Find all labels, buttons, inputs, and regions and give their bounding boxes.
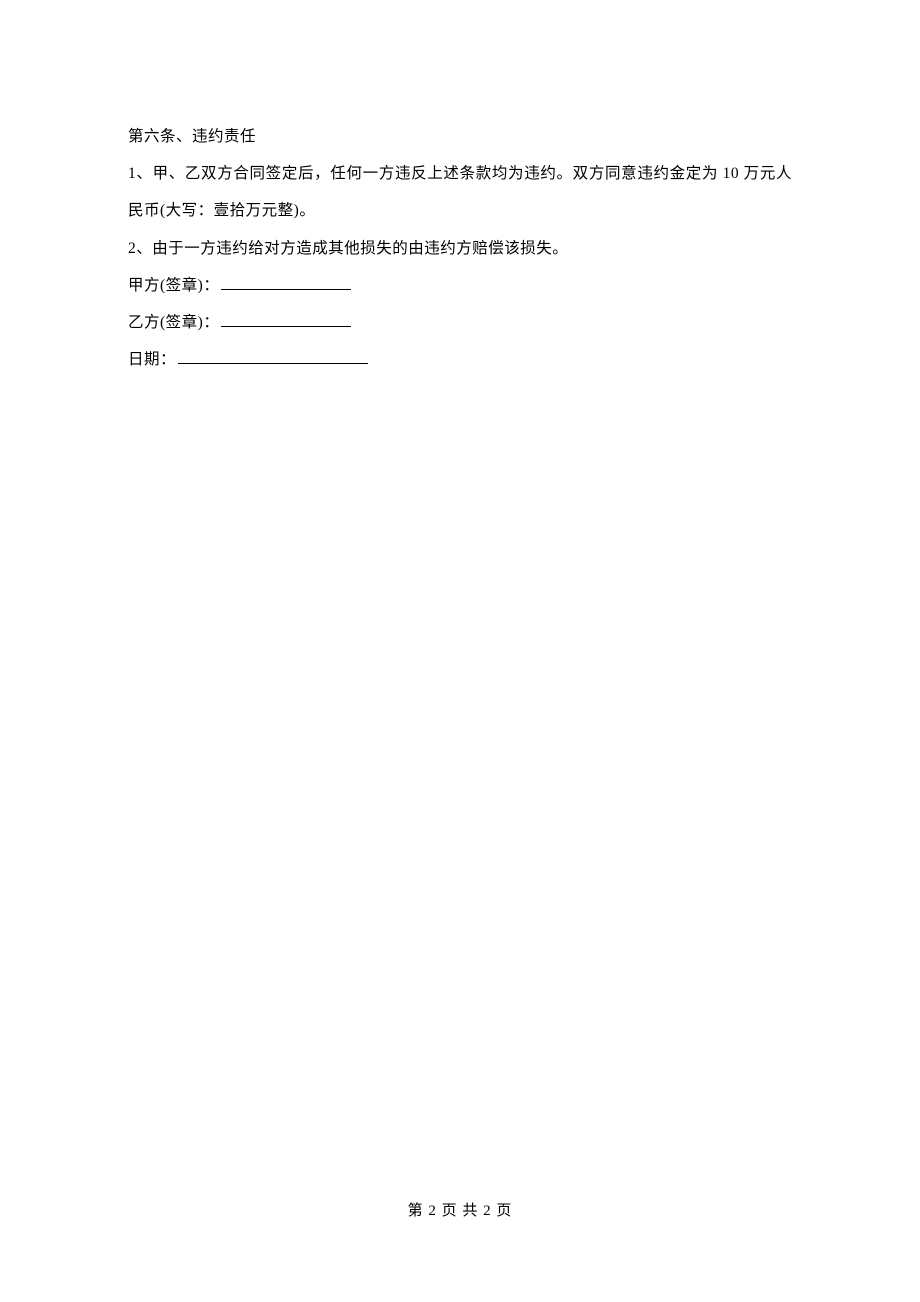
date-line: 日期： bbox=[128, 341, 792, 378]
article-6-clause-1: 1、甲、乙双方合同签定后，任何一方违反上述条款均为违约。双方同意违约金定为 10… bbox=[128, 155, 792, 229]
article-6-heading: 第六条、违约责任 bbox=[128, 118, 792, 155]
party-b-label: 乙方(签章)： bbox=[128, 314, 219, 331]
date-blank bbox=[178, 349, 368, 365]
date-label: 日期： bbox=[128, 351, 176, 368]
party-a-signature-blank bbox=[221, 274, 351, 290]
article-6-clause-2: 2、由于一方违约给对方造成其他损失的由违约方赔偿该损失。 bbox=[128, 230, 792, 267]
party-a-signature-line: 甲方(签章)： bbox=[128, 267, 792, 304]
party-b-signature-blank bbox=[221, 311, 351, 327]
document-body: 第六条、违约责任 1、甲、乙双方合同签定后，任何一方违反上述条款均为违约。双方同… bbox=[0, 0, 920, 378]
page-number-text: 第 2 页 共 2 页 bbox=[408, 1203, 513, 1219]
party-b-signature-line: 乙方(签章)： bbox=[128, 304, 792, 341]
page-footer: 第 2 页 共 2 页 bbox=[0, 1199, 920, 1220]
party-a-label: 甲方(签章)： bbox=[128, 277, 219, 294]
